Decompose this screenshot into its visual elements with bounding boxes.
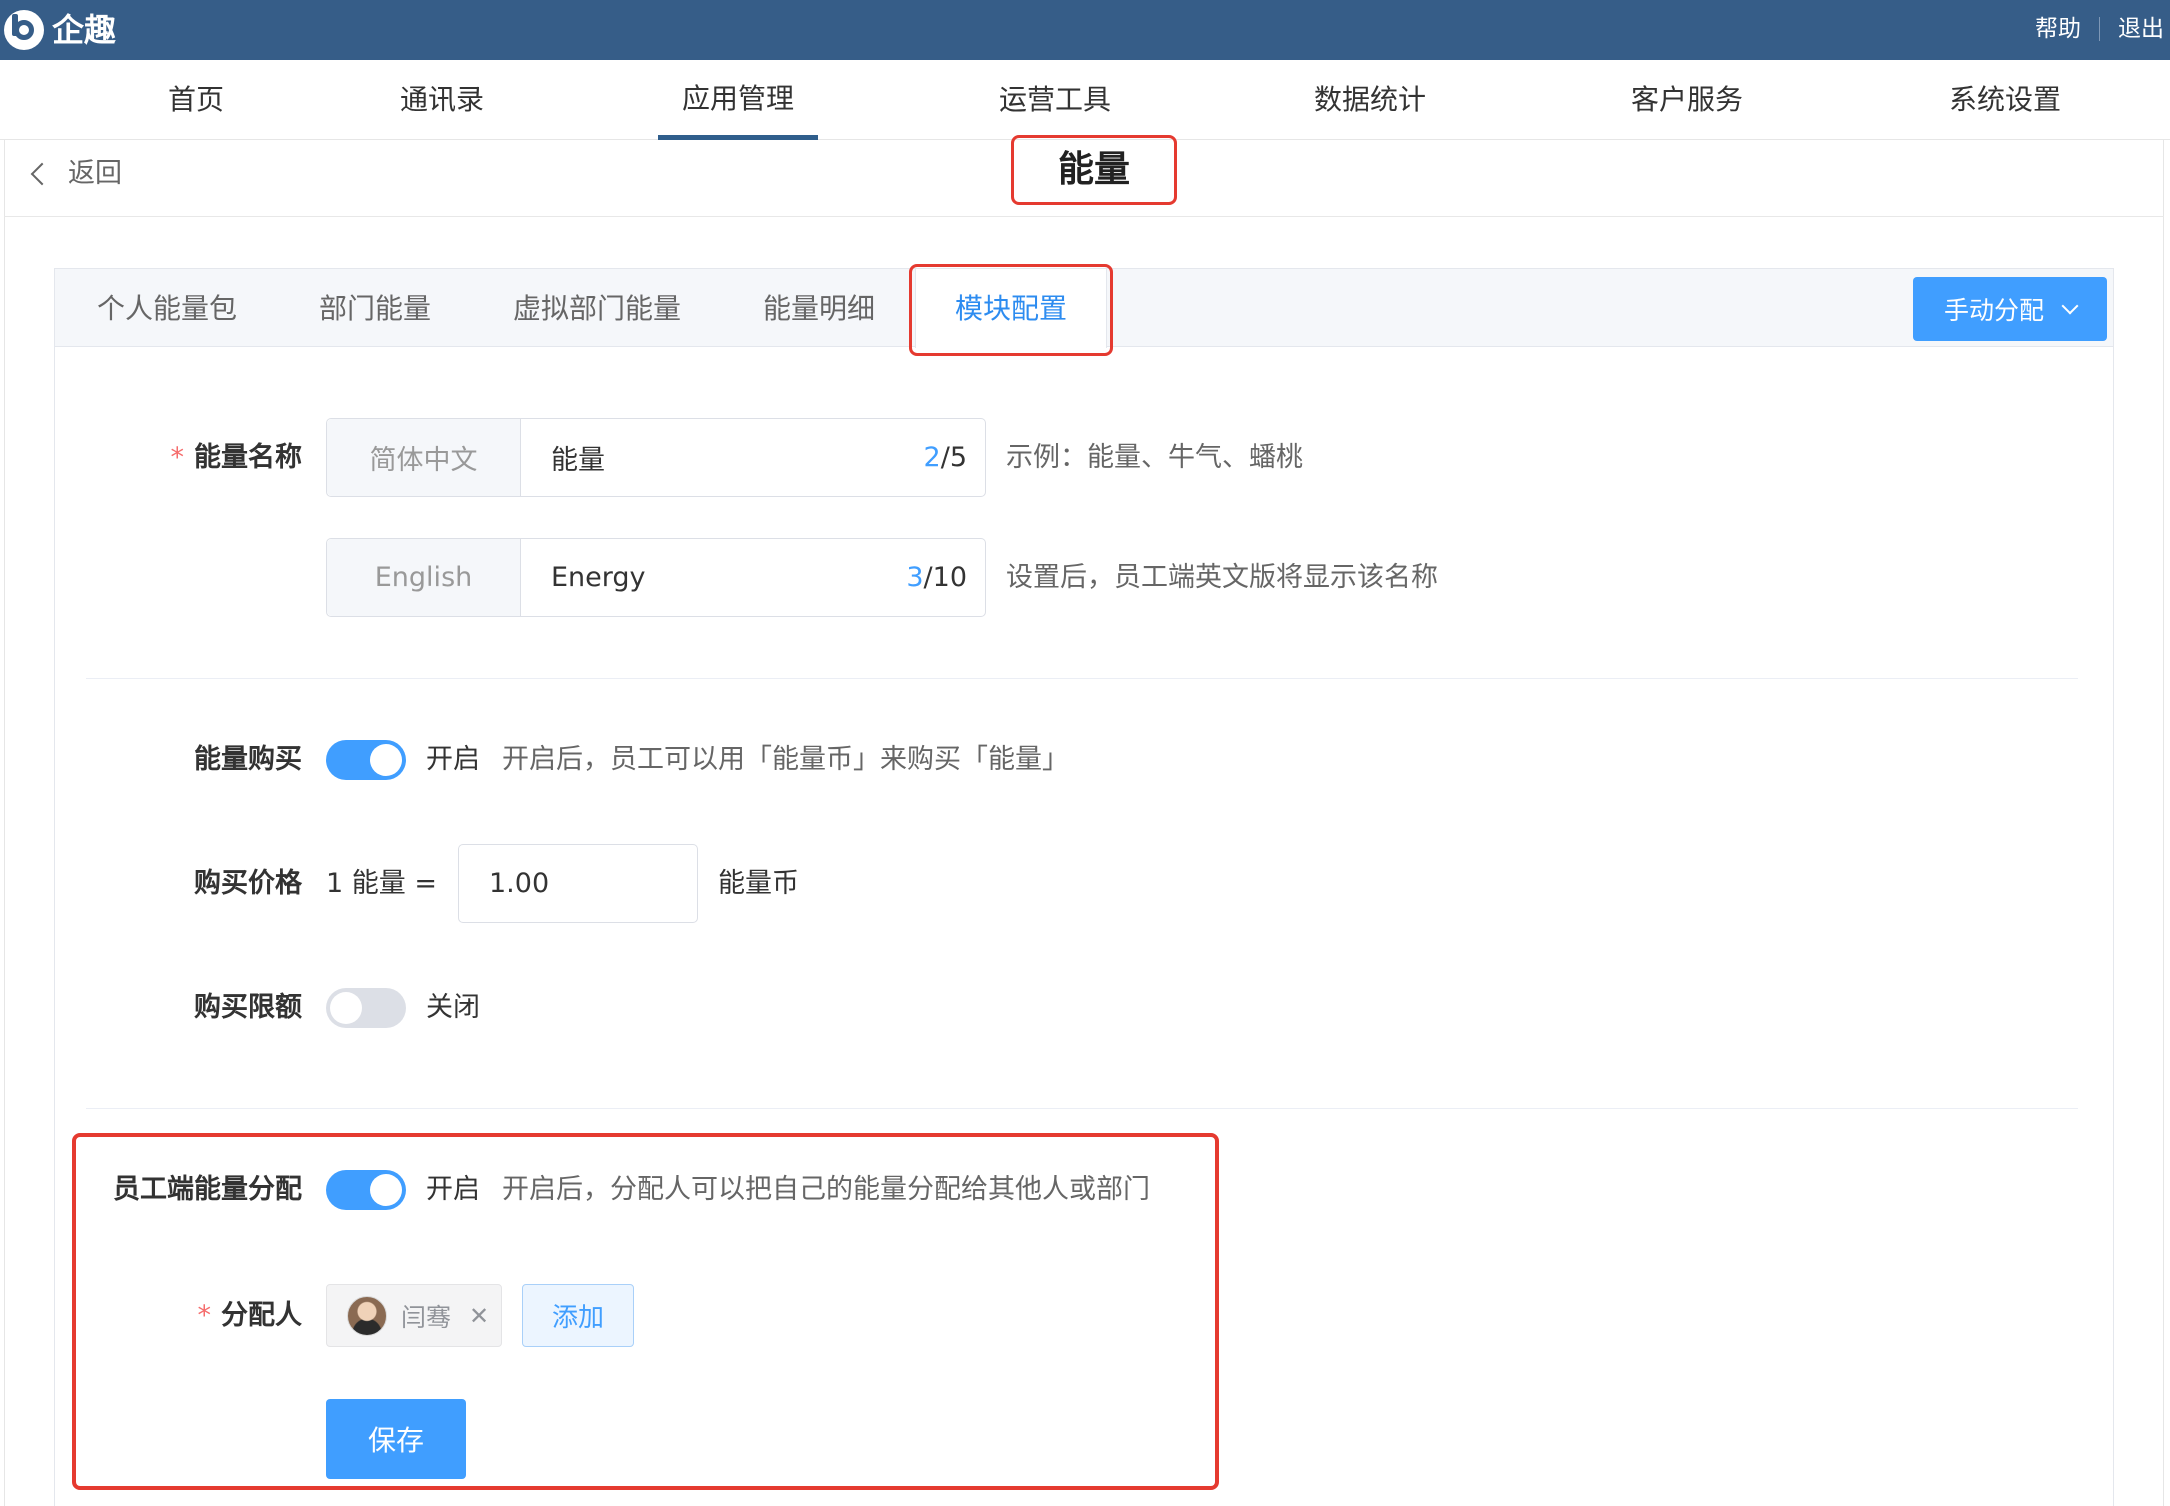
section-divider-1 (86, 678, 2078, 679)
avatar (347, 1295, 387, 1336)
energy-name-zh-input[interactable]: 能量 2/5 (521, 419, 985, 496)
char-count-zh: 2/5 (923, 442, 967, 473)
allocator-label: * 分配人 (197, 1300, 303, 1331)
close-icon[interactable]: ✕ (469, 1304, 489, 1328)
energy-name-en-input[interactable]: Energy 3/10 (521, 539, 985, 616)
purchase-price-label: 购买价格 (194, 868, 302, 899)
top-links: 帮助 退出 (2035, 14, 2164, 44)
tab-energy-details[interactable]: 能量明细 (763, 269, 875, 347)
tab-virtual-department-energy[interactable]: 虚拟部门能量 (513, 269, 681, 347)
energy-purchase-state: 开启 (426, 744, 480, 775)
energy-name-en-hint: 设置后，员工端英文版将显示该名称 (1006, 562, 1438, 593)
nav-item-home[interactable]: 首页 (150, 60, 242, 140)
price-unit: 能量币 (718, 868, 799, 899)
chevron-down-icon (2061, 297, 2079, 315)
app-logo[interactable]: 企趣 (4, 10, 116, 50)
back-label: 返回 (68, 158, 122, 189)
toggle-knob (370, 744, 402, 776)
nav-item-app-management[interactable]: 应用管理 (658, 60, 818, 140)
tab-personal-energy-pack[interactable]: 个人能量包 (97, 269, 237, 347)
energy-name-zh-group: 简体中文 能量 2/5 (326, 418, 986, 497)
energy-purchase-hint: 开启后，员工可以用「能量币」来购买「能量」 (502, 744, 1069, 775)
energy-purchase-toggle[interactable] (326, 740, 406, 780)
allocator-tag: 闫骞 ✕ (326, 1284, 502, 1347)
tab-module-config[interactable]: 模块配置 (915, 269, 1107, 348)
purchase-price-input[interactable]: 1.00 (458, 844, 698, 923)
manual-allocate-label: 手动分配 (1943, 296, 2044, 325)
employee-allocation-hint: 开启后，分配人可以把自己的能量分配给其他人或部门 (502, 1174, 1150, 1205)
nav-item-operations-tools[interactable]: 运营工具 (990, 60, 1120, 140)
lang-zh-label: 简体中文 (327, 419, 521, 496)
manual-allocate-button[interactable]: 手动分配 (1913, 277, 2107, 341)
nav-item-contacts[interactable]: 通讯录 (392, 60, 492, 140)
tab-department-energy[interactable]: 部门能量 (319, 269, 431, 347)
back-button[interactable]: 返回 (28, 154, 122, 194)
employee-allocation-toggle[interactable] (326, 1170, 406, 1210)
employee-allocation-state: 开启 (426, 1174, 480, 1205)
energy-name-en-group: English Energy 3/10 (326, 538, 986, 617)
energy-purchase-label: 能量购买 (194, 744, 302, 775)
toggle-knob (330, 992, 362, 1024)
required-mark: * (170, 442, 185, 473)
energy-name-label: * 能量名称 (170, 442, 303, 473)
toggle-knob (370, 1174, 402, 1206)
char-count-en: 3/10 (906, 562, 967, 593)
nav-item-system-settings[interactable]: 系统设置 (1940, 60, 2070, 140)
nav-item-customer-service[interactable]: 客户服务 (1622, 60, 1752, 140)
price-prefix: 1 能量 = (326, 868, 437, 899)
purchase-limit-state: 关闭 (426, 992, 480, 1023)
section-divider-2 (86, 1108, 2078, 1109)
chevron-left-icon (30, 162, 54, 186)
energy-name-zh-hint: 示例：能量、牛气、蟠桃 (1006, 442, 1303, 473)
lang-en-label: English (327, 539, 521, 616)
main-nav: 首页 通讯录 应用管理 运营工具 数据统计 客户服务 系统设置 (0, 60, 2170, 140)
purchase-limit-label: 购买限额 (194, 992, 302, 1023)
allocator-name: 闫骞 (401, 1302, 452, 1332)
purchase-limit-toggle[interactable] (326, 988, 406, 1028)
nav-item-data-statistics[interactable]: 数据统计 (1305, 60, 1435, 140)
required-mark: * (197, 1300, 212, 1331)
top-bar: 企趣 帮助 退出 (0, 0, 2170, 60)
logo-icon (4, 10, 44, 50)
tab-bar: 个人能量包 部门能量 虚拟部门能量 能量明细 模块配置 手动分配 (55, 264, 2113, 356)
top-links-divider (2099, 17, 2100, 41)
help-link[interactable]: 帮助 (2035, 14, 2081, 44)
page-title: 能量 (1011, 135, 1177, 205)
add-allocator-button[interactable]: 添加 (522, 1284, 634, 1347)
app-name: 企趣 (52, 11, 117, 49)
logout-link[interactable]: 退出 (2118, 14, 2164, 44)
save-button[interactable]: 保存 (326, 1399, 466, 1479)
employee-allocation-label: 员工端能量分配 (113, 1174, 302, 1205)
